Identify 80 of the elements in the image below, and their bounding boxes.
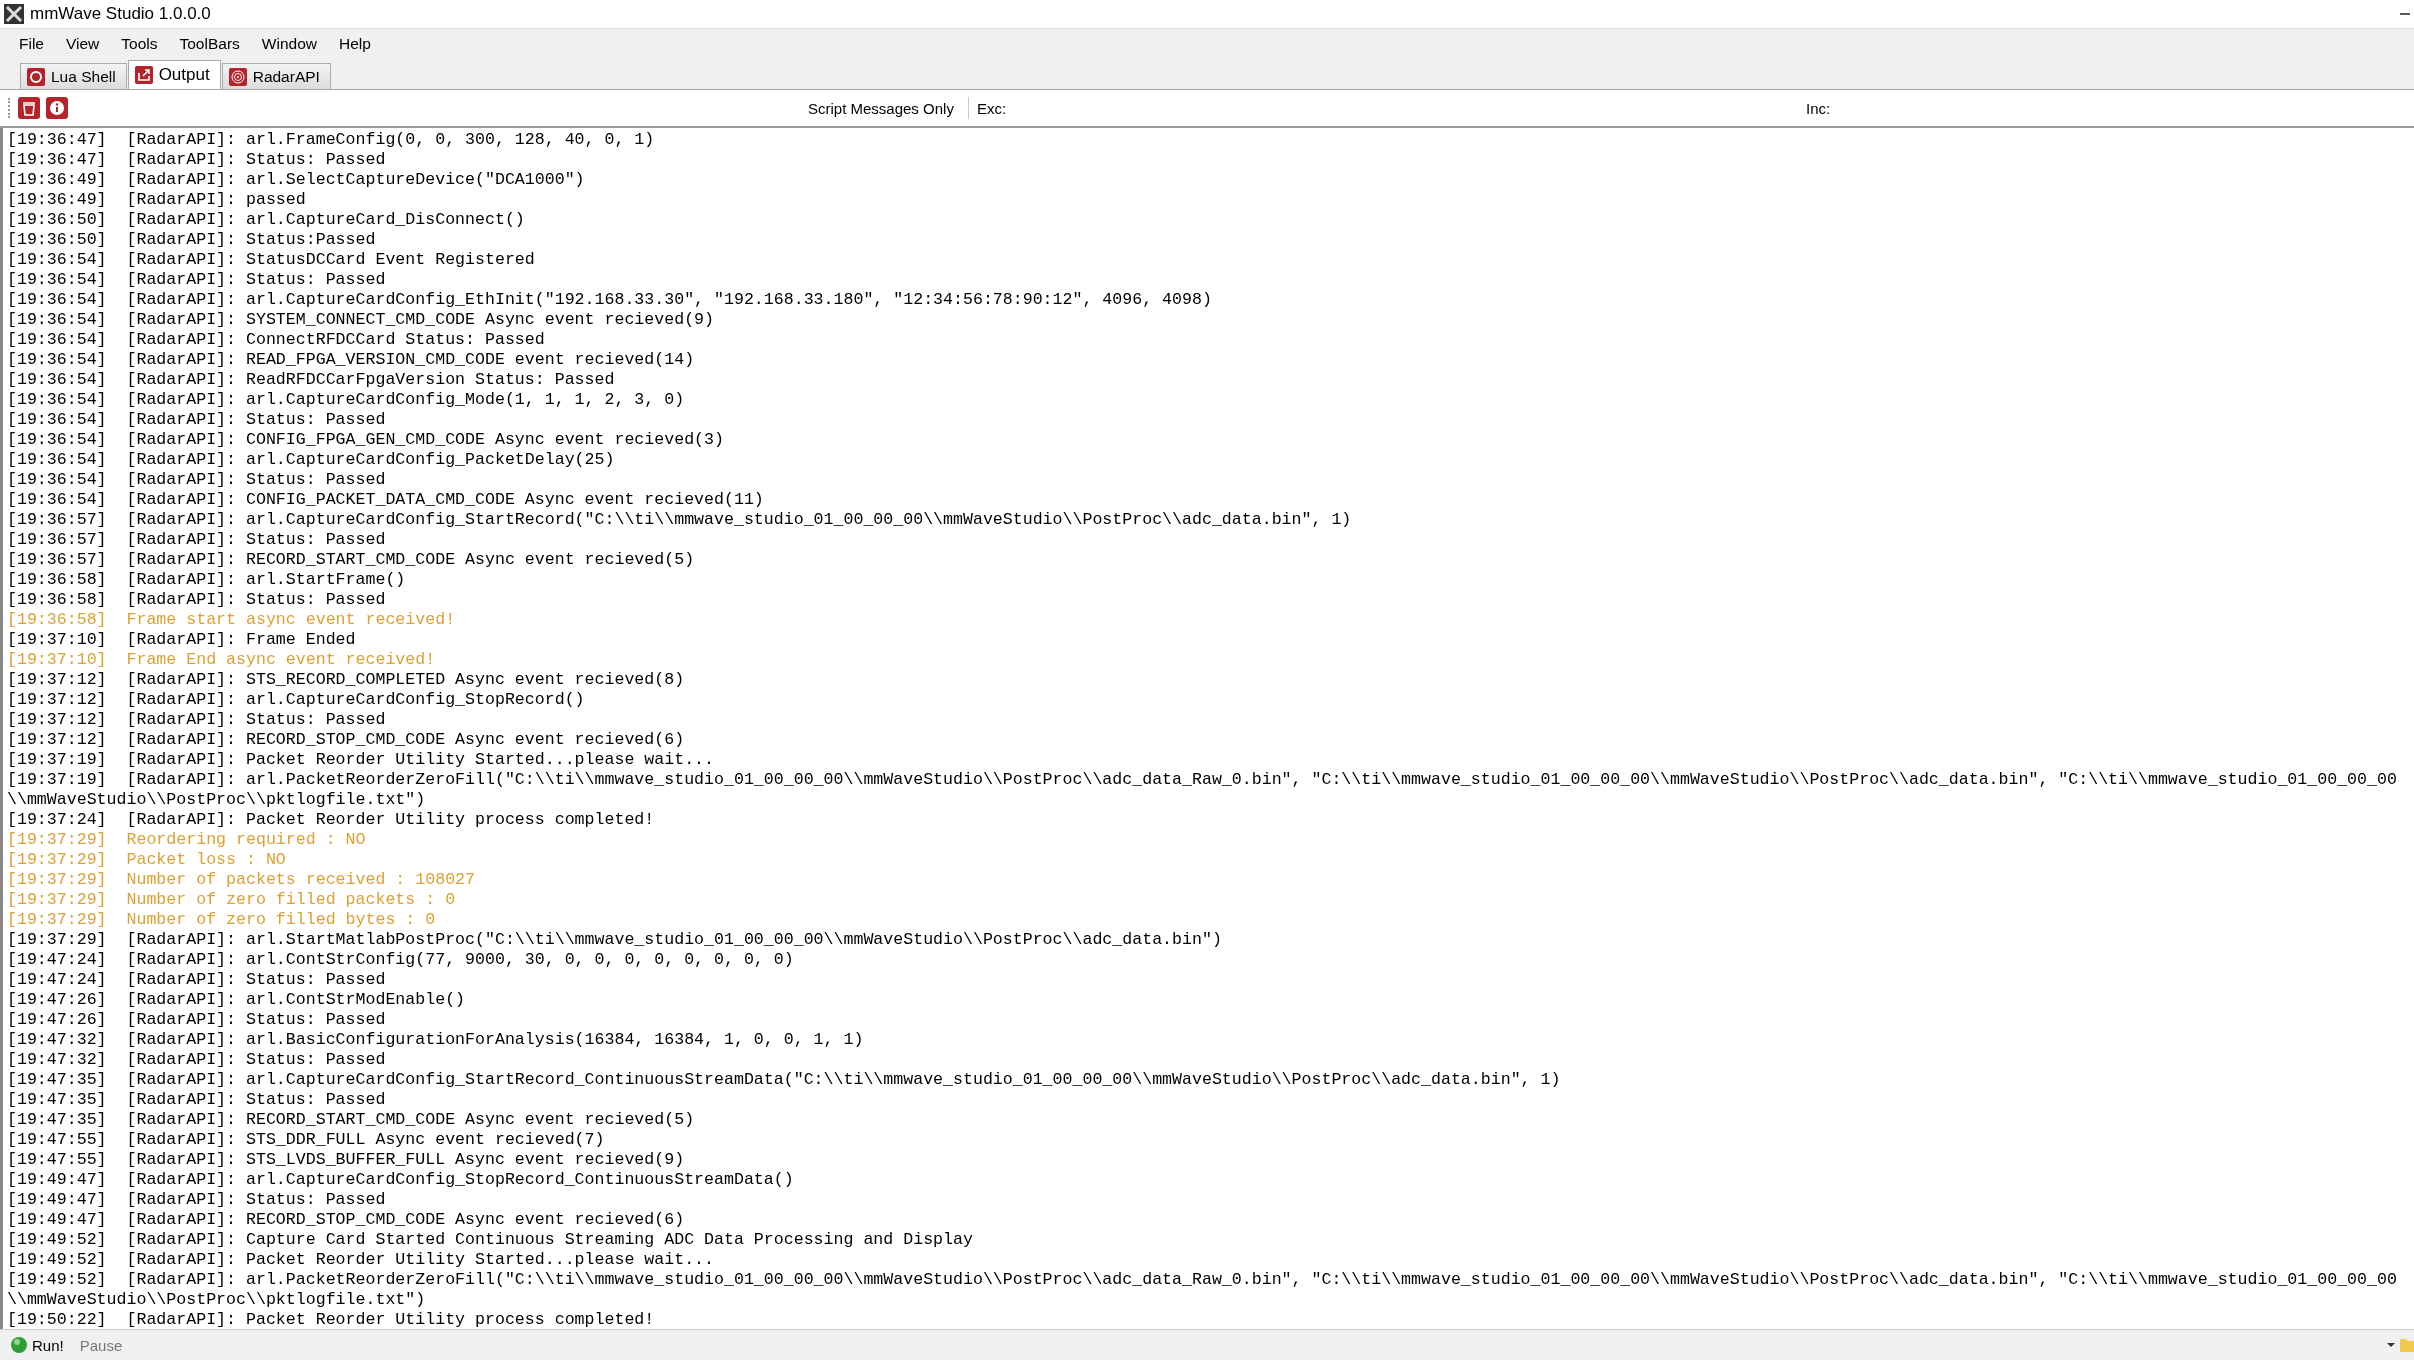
log-line: [19:36:54] [RadarAPI]: Status: Passed: [7, 270, 387, 290]
log-line: [19:36:47] [RadarAPI]: arl.FrameConfig(0, 0, 300, 128, 40, 0, 1): [7, 130, 656, 150]
log-line: [19:36:49] [RadarAPI]: arl.SelectCaptureDevice("DCA1000"): [7, 170, 586, 190]
log-line: [19:49:47] [RadarAPI]: arl.CaptureCardConfig_StopRecord_ContinuousStreamData(): [7, 1170, 795, 1190]
run-button[interactable]: Run!: [4, 1334, 70, 1356]
log-line: [19:36:54] [RadarAPI]: arl.CaptureCardConfig_Mode(1, 1, 1, 2, 3, 0): [7, 390, 686, 410]
log-line: [19:36:57] [RadarAPI]: arl.CaptureCardConfig_StartRecord("C:\\ti\\mmwave_studio_01_00_00_00\\mmWaveStudio\\PostProc\\adc_data.bin", 1): [7, 510, 1353, 530]
output-icon: [134, 66, 153, 84]
log-line: [19:36:47] [RadarAPI]: Status: Passed: [7, 150, 387, 170]
log-line: [19:36:54] [RadarAPI]: ConnectRFDCCard Status: Passed: [7, 330, 546, 350]
log-line: [19:37:19] [RadarAPI]: arl.PacketReorderZeroFill("C:\\ti\\mmwave_studio_01_00_00_00\\mmWaveStudio\\PostProc\\adc_data_Raw_0.bin", "C:\\ti\\mmwave_studio_01_00_00_00\\mmWaveStudio\\PostProc\\adc_data.bin", "C:\\ti\\mmwave_studio_01_00_00_00\\mmWaveStudio\\PostProc\\pktlogfile.txt"): [7, 770, 2398, 810]
info-icon[interactable]: [46, 97, 68, 119]
log-line: [19:36:54] [RadarAPI]: SYSTEM_CONNECT_CMD_CODE Async event recieved(9): [7, 310, 715, 330]
exclude-label: Exc:: [975, 98, 1008, 119]
tab[interactable]: Lua Shell: [20, 63, 127, 89]
log-line: [19:47:55] [RadarAPI]: STS_LVDS_BUFFER_FULL Async event recieved(9): [7, 1150, 686, 1170]
log-line: [19:36:54] [RadarAPI]: arl.CaptureCardConfig_EthInit("192.168.33.30", "192.168.33.180", "12:34:56:78:90:12", 4096, 4098): [7, 290, 1213, 310]
log-line: [19:49:52] [RadarAPI]: Capture Card Started Continuous Streaming ADC Data Processing and Display: [7, 1230, 974, 1250]
log-line: [19:36:54] [RadarAPI]: Status: Passed: [7, 470, 387, 490]
menu-item[interactable]: Tools: [110, 32, 169, 56]
include-label: Inc:: [1805, 98, 1832, 119]
window-title: mmWave Studio 1.0.0.0: [30, 4, 211, 24]
log-line: [19:47:35] [RadarAPI]: RECORD_START_CMD_CODE Async event recieved(5): [7, 1110, 696, 1130]
log-line: [19:47:32] [RadarAPI]: Status: Passed: [7, 1050, 387, 1070]
log-line: [19:49:52] [RadarAPI]: Packet Reorder Utility Started...please wait...: [7, 1250, 715, 1270]
log-line: [19:37:29] Reordering required : NO: [7, 830, 367, 850]
log-line: [19:37:10] Frame End async event received!: [7, 650, 437, 670]
menu-item[interactable]: ToolBars: [168, 32, 251, 56]
log-line: [19:47:55] [RadarAPI]: STS_DDR_FULL Async event recieved(7): [7, 1130, 606, 1150]
radar-icon: [228, 67, 247, 86]
menu-item[interactable]: File: [8, 32, 55, 56]
run-icon: [10, 1336, 28, 1354]
log-line: [19:49:47] [RadarAPI]: Status: Passed: [7, 1190, 387, 1210]
log-line: [19:37:12] [RadarAPI]: Status: Passed: [7, 710, 387, 730]
log-line: [19:36:57] [RadarAPI]: Status: Passed: [7, 530, 387, 550]
log-line: [19:47:35] [RadarAPI]: Status: Passed: [7, 1090, 387, 1110]
log-line: [19:36:54] [RadarAPI]: Status: Passed: [7, 410, 387, 430]
log-line: [19:37:29] Number of zero filled bytes : 0: [7, 910, 437, 930]
log-line: [19:37:10] [RadarAPI]: Frame Ended: [7, 630, 357, 650]
app-tools-icon: [4, 4, 24, 24]
log-line: [19:47:24] [RadarAPI]: arl.ContStrConfig(77, 9000, 30, 0, 0, 0, 0, 0, 0, 0, 0): [7, 950, 795, 970]
log-line: [19:47:26] [RadarAPI]: Status: Passed: [7, 1010, 387, 1030]
log-line: [19:37:29] Number of zero filled packets : 0: [7, 890, 457, 910]
log-line: [19:36:54] [RadarAPI]: READ_FPGA_VERSION_CMD_CODE event recieved(14): [7, 350, 696, 370]
log-line: [19:47:35] [RadarAPI]: arl.CaptureCardConfig_StartRecord_ContinuousStreamData("C:\\ti\\mmwave_studio_01_00_00_00\\mmWaveStudio\\PostProc\\adc_data.bin", 1): [7, 1070, 1562, 1090]
log-line: [19:36:54] [RadarAPI]: ReadRFDCCarFpgaVersion Status: Passed: [7, 370, 616, 390]
log-line: [19:36:57] [RadarAPI]: RECORD_START_CMD_CODE Async event recieved(5): [7, 550, 696, 570]
log-line: [19:36:54] [RadarAPI]: CONFIG_FPGA_GEN_CMD_CODE Async event recieved(3): [7, 430, 725, 450]
menu-item[interactable]: View: [55, 32, 111, 56]
tab[interactable]: RadarAPI: [221, 63, 331, 89]
log-line: [19:36:50] [RadarAPI]: Status:Passed: [7, 230, 377, 250]
lua-shell-icon: [27, 67, 45, 86]
log-line: [19:37:12] [RadarAPI]: RECORD_STOP_CMD_CODE Async event recieved(6): [7, 730, 686, 750]
log-line: [19:37:29] [RadarAPI]: arl.StartMatlabPostProc("C:\\ti\\mmwave_studio_01_00_00_00\\mmWaveStudio\\PostProc\\adc_data.bin"): [7, 930, 1223, 950]
log-line: [19:49:52] [RadarAPI]: arl.PacketReorderZeroFill("C:\\ti\\mmwave_studio_01_00_00_00\\mmWaveStudio\\PostProc\\adc_data_Raw_0.bin", "C:\\ti\\mmwave_studio_01_00_00_00\\mmWaveStudio\\PostProc\\adc_data.bin", "C:\\ti\\mmwave_studio_01_00_00_00\\mmWaveStudio\\PostProc\\pktlogfile.txt"): [7, 1270, 2398, 1310]
log-line: [19:50:22] [RadarAPI]: Packet Reorder Utility process completed!: [7, 1310, 656, 1329]
log-line: [19:36:54] [RadarAPI]: StatusDCCard Event Registered: [7, 250, 536, 270]
log-line: [19:36:58] [RadarAPI]: arl.StartFrame(): [7, 570, 407, 590]
log-line: [19:37:29] Number of packets received : 108027: [7, 870, 477, 890]
log-line: [19:47:26] [RadarAPI]: arl.ContStrModEnable(): [7, 990, 467, 1010]
log-line: [19:37:29] Packet loss : NO: [7, 850, 287, 870]
log-line: [19:37:19] [RadarAPI]: Packet Reorder Utility Started...please wait...: [7, 750, 715, 770]
log-line: [19:36:58] [RadarAPI]: Status: Passed: [7, 590, 387, 610]
tab[interactable]: Output: [127, 60, 221, 89]
menu-item[interactable]: Help: [327, 32, 382, 56]
log-line: [19:37:24] [RadarAPI]: Packet Reorder Utility process completed!: [7, 810, 656, 830]
log-line: [19:47:32] [RadarAPI]: arl.BasicConfigurationForAnalysis(16384, 16384, 1, 0, 0, 1, 1): [7, 1030, 865, 1050]
log-line: [19:36:49] [RadarAPI]: passed: [7, 190, 307, 210]
log-line: [19:36:54] [RadarAPI]: CONFIG_PACKET_DATA_CMD_CODE Async event recieved(11): [7, 490, 765, 510]
script-messages-toggle[interactable]: Script Messages Only: [800, 95, 962, 121]
log-line: [19:49:47] [RadarAPI]: RECORD_STOP_CMD_CODE Async event recieved(6): [7, 1210, 686, 1230]
log-line: [19:47:24] [RadarAPI]: Status: Passed: [7, 970, 387, 990]
log-line: [19:37:12] [RadarAPI]: arl.CaptureCardConfig_StopRecord(): [7, 690, 586, 710]
log-line: [19:37:12] [RadarAPI]: STS_RECORD_COMPLETED Async event recieved(8): [7, 670, 686, 690]
log-line: [19:36:58] Frame start async event received!: [7, 610, 457, 630]
menu-item[interactable]: Window: [250, 32, 328, 56]
dropdown-caret-icon[interactable]: [2386, 1341, 2396, 1349]
log-line: [19:36:50] [RadarAPI]: arl.CaptureCard_DisConnect(): [7, 210, 526, 230]
delete-icon[interactable]: [18, 97, 40, 119]
log-line: [19:36:54] [RadarAPI]: arl.CaptureCardConfig_PacketDelay(25): [7, 450, 616, 470]
